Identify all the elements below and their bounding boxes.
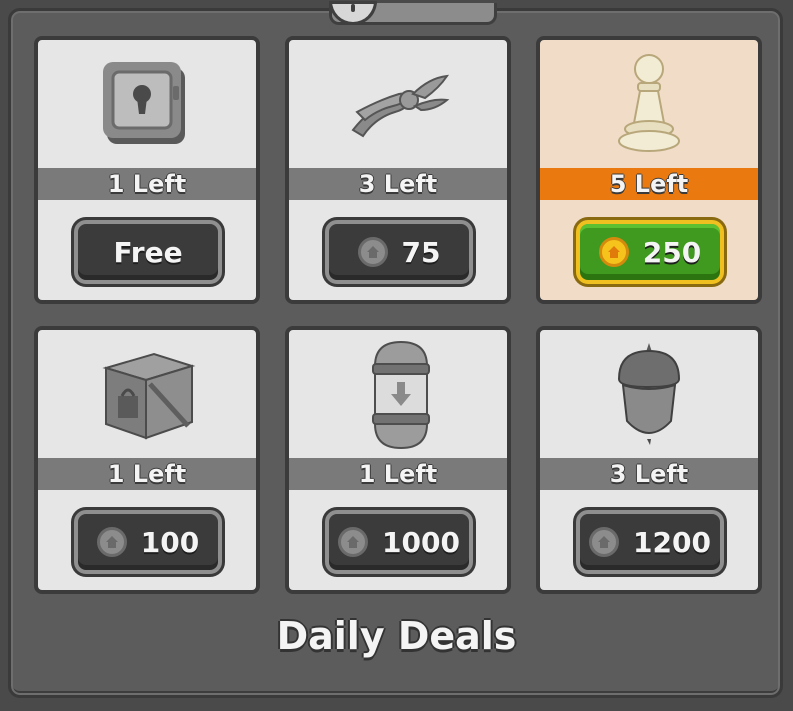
- price-label: 100: [140, 525, 200, 559]
- deal-stock-label: 5 Left: [540, 168, 758, 200]
- price-label: 1200: [633, 525, 711, 559]
- buy-button-2[interactable]: 75: [325, 220, 473, 284]
- price-label: 250: [642, 235, 702, 269]
- buy-button-6[interactable]: 1200: [576, 510, 724, 574]
- deal-stock-label: 1 Left: [289, 458, 507, 490]
- deal-card-4[interactable]: 1 Left 100: [34, 326, 260, 594]
- coin-icon: [338, 527, 369, 557]
- deal-card-5[interactable]: 1 Left 1000: [285, 326, 511, 594]
- buy-button-4[interactable]: 100: [74, 510, 222, 574]
- crate-icon: [102, 352, 196, 440]
- deal-card-1[interactable]: 1 Left Free: [34, 36, 260, 304]
- deal-item-4: [38, 330, 256, 458]
- deal-stock-label: 1 Left: [38, 458, 256, 490]
- deal-item-6: [540, 330, 758, 458]
- buy-button-3[interactable]: 250: [576, 220, 724, 284]
- coin-icon: [96, 527, 127, 557]
- deal-item-1: [38, 40, 256, 168]
- deal-stock-label: 1 Left: [38, 168, 256, 200]
- coin-icon: [589, 527, 620, 557]
- safe-icon: [103, 62, 185, 144]
- page-title: Daily Deals: [276, 614, 517, 658]
- deal-card-3[interactable]: 5 Left 250: [536, 36, 762, 304]
- buy-button-5[interactable]: 1000: [325, 510, 473, 574]
- deal-stock-label: 3 Left: [540, 458, 758, 490]
- buy-button-1[interactable]: Free: [74, 220, 222, 284]
- deal-stock-label: 3 Left: [289, 168, 507, 200]
- coin-icon: [357, 237, 388, 267]
- deal-card-6[interactable]: 3 Left 1200: [536, 326, 762, 594]
- price-label: Free: [113, 235, 183, 269]
- capsule-icon: [372, 340, 430, 450]
- price-label: 75: [401, 235, 441, 269]
- pliers-icon: [351, 74, 450, 138]
- deal-item-2: [289, 40, 507, 168]
- deal-item-3: [540, 40, 758, 168]
- deal-item-5: [289, 330, 507, 458]
- price-label: 1000: [382, 525, 460, 559]
- acorn-icon: [617, 343, 681, 445]
- pawn-icon: [618, 54, 680, 152]
- deal-card-2[interactable]: 3 Left 75: [285, 36, 511, 304]
- coin-icon: [598, 237, 629, 267]
